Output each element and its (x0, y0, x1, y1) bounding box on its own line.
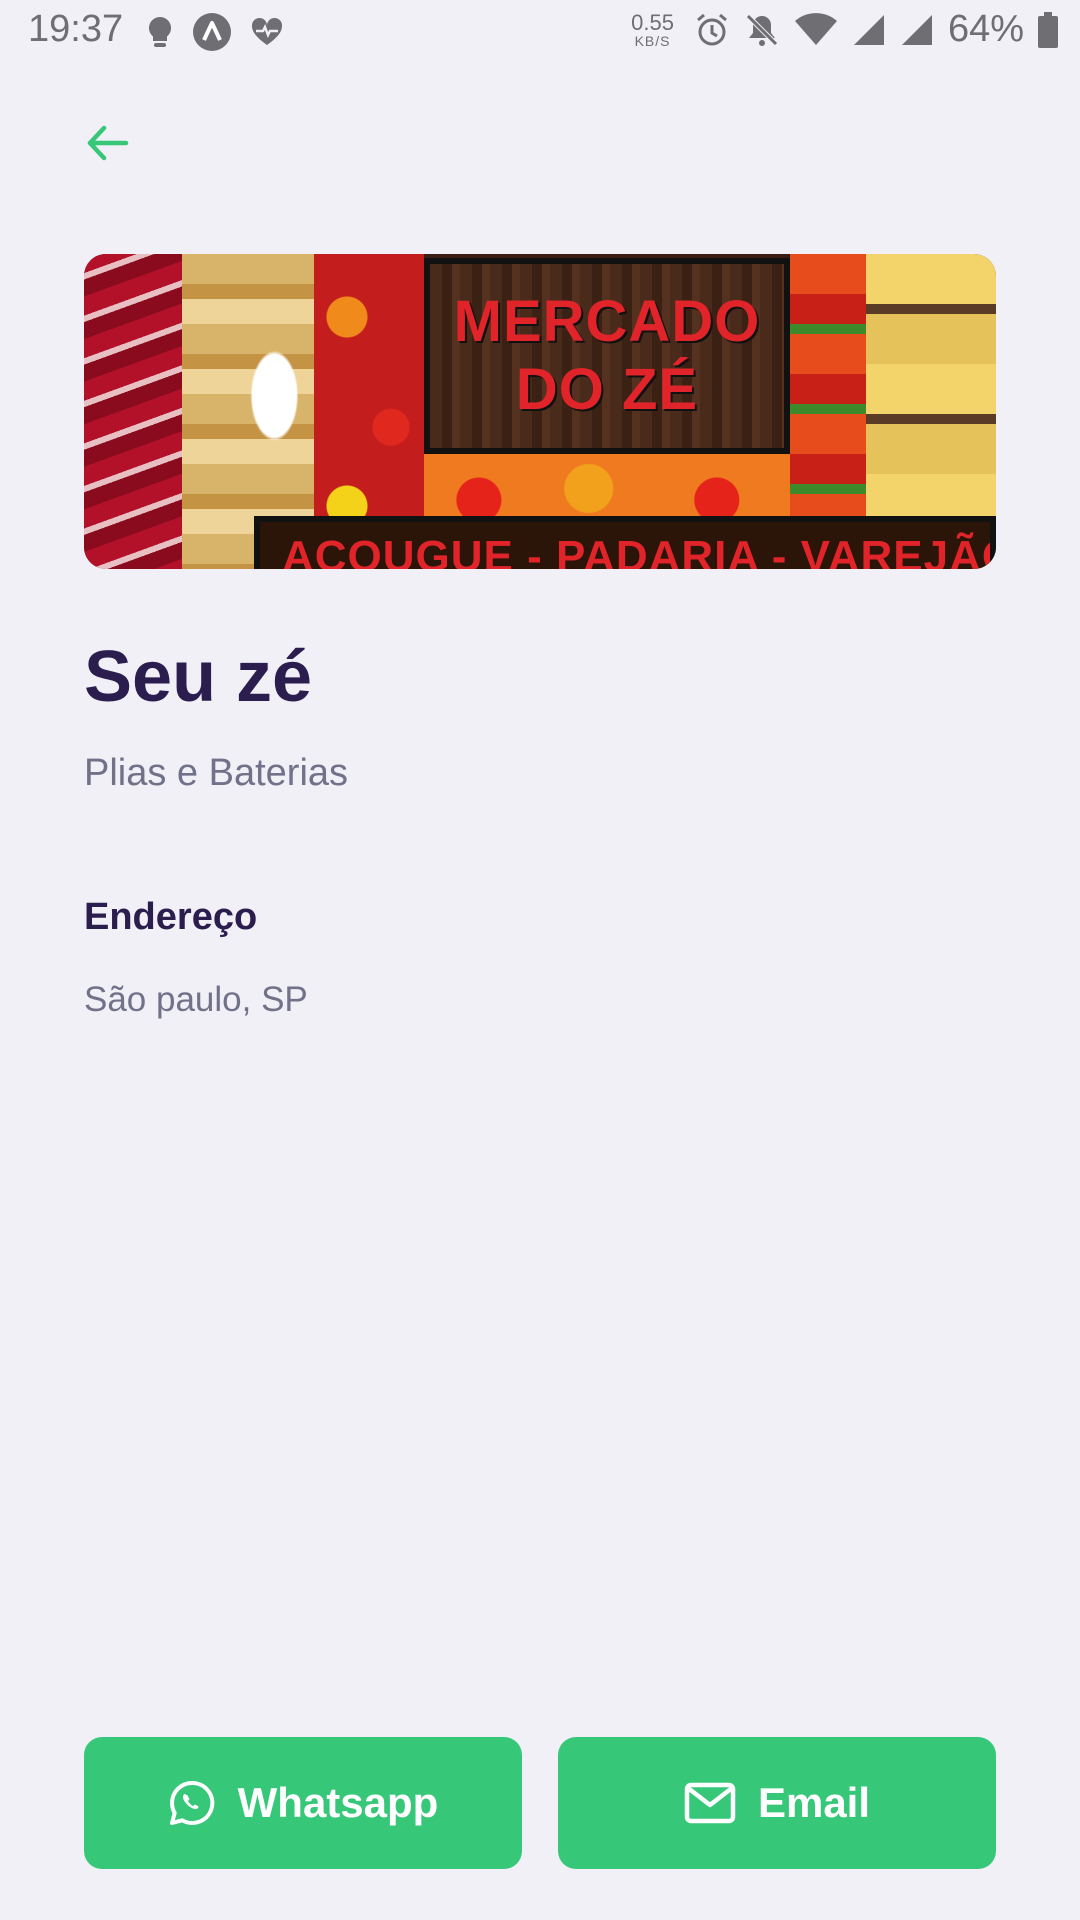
heart-pulse-icon (250, 17, 284, 47)
signal-icon (900, 13, 934, 47)
banner-footer: ACOUGUE - PADARIA - VAREJÃO (254, 516, 996, 569)
store-name: Seu zé (84, 637, 313, 717)
whatsapp-button-label: Whatsapp (237, 1779, 439, 1826)
mail-icon (684, 1782, 736, 1824)
lightbulb-icon (146, 15, 174, 49)
banner-sign: MERCADO DO ZÉ (424, 258, 790, 454)
address-label: Endereço (84, 896, 258, 938)
bell-off-icon (744, 12, 780, 48)
wifi-icon (794, 12, 838, 47)
signal-icon (852, 13, 886, 47)
app-a-icon (192, 12, 232, 52)
banner-sign-line1: MERCADO (453, 289, 761, 354)
network-speed: 0.55 KB/S (631, 9, 674, 49)
battery-percent: 64% (947, 8, 1024, 50)
whatsapp-icon (169, 1780, 214, 1825)
store-banner-image: MERCADO DO ZÉ ACOUGUE - PADARIA - VAREJÃ… (84, 254, 996, 569)
arrow-left-icon (87, 125, 129, 161)
whatsapp-button[interactable]: Whatsapp (84, 1737, 522, 1869)
battery-icon (1038, 11, 1058, 48)
email-button[interactable]: Email (558, 1737, 996, 1869)
banner-footer-text: ACOUGUE - PADARIA - VAREJÃO (282, 532, 996, 569)
email-button-label: Email (757, 1779, 871, 1826)
store-address: São paulo, SP (84, 980, 308, 1019)
alarm-icon (694, 12, 730, 48)
status-bar: 19:37 0.55 KB/S 64% (0, 0, 1080, 64)
banner-sign-line2: DO ZÉ (515, 357, 699, 422)
status-time: 19:37 (28, 8, 124, 50)
back-button[interactable] (82, 118, 142, 168)
banner-meat (84, 254, 182, 569)
store-category: Plias e Baterias (84, 752, 349, 794)
